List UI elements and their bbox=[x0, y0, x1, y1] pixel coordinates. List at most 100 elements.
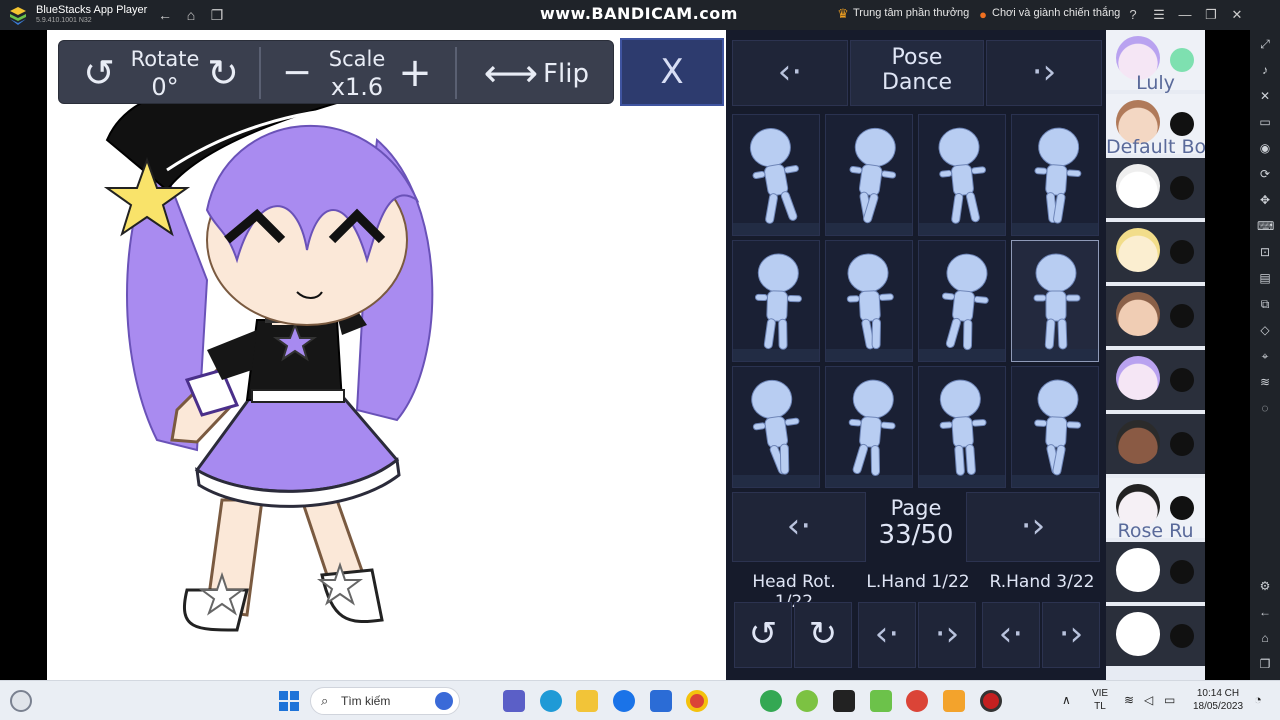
widgets-icon[interactable] bbox=[10, 690, 32, 712]
keyboard-icon[interactable]: ⌨ bbox=[1257, 218, 1274, 234]
back-arrow-icon[interactable]: ← bbox=[156, 6, 174, 24]
scale-plus-button[interactable]: + bbox=[395, 51, 435, 95]
eco-icon[interactable]: ◌ bbox=[1257, 400, 1273, 416]
pose-option-tile[interactable] bbox=[918, 114, 1006, 236]
pose-option-tile[interactable] bbox=[825, 366, 913, 488]
mail-icon[interactable] bbox=[650, 690, 672, 712]
character-slot[interactable] bbox=[1106, 286, 1205, 348]
bluestacks-taskbar-icon[interactable] bbox=[870, 690, 892, 712]
character-select-dot[interactable] bbox=[1170, 48, 1194, 72]
pose-prev-button[interactable]: ‹· bbox=[732, 40, 848, 106]
tray-chevron-icon[interactable]: ∧ bbox=[1062, 693, 1071, 707]
gamepad-icon[interactable]: ✥ bbox=[1257, 192, 1273, 208]
page-prev-button[interactable]: ‹· bbox=[732, 492, 866, 562]
pose-option-tile[interactable] bbox=[732, 240, 820, 362]
character-slot[interactable] bbox=[1106, 222, 1205, 284]
flip-arrows-icon[interactable]: ⟷ bbox=[483, 51, 539, 95]
pose-option-tile[interactable] bbox=[825, 240, 913, 362]
taskbar-search[interactable]: ⌕ Tìm kiếm bbox=[310, 687, 460, 715]
character-select-dot[interactable] bbox=[1170, 304, 1194, 328]
sync-icon[interactable]: ⟳ bbox=[1257, 166, 1273, 182]
notification-icon[interactable]: ◔ bbox=[1254, 692, 1262, 707]
speaker-icon[interactable]: ◁ bbox=[1144, 693, 1153, 707]
battery-icon[interactable]: ▭ bbox=[1164, 693, 1175, 707]
reward-center-link[interactable]: Trung tâm phần thưởng bbox=[853, 7, 969, 19]
pose-option-tile[interactable] bbox=[732, 366, 820, 488]
head-rotate-cw-button[interactable]: ↻ bbox=[794, 602, 852, 668]
right-hand-next-button[interactable]: ·› bbox=[1042, 602, 1100, 668]
bandicam-icon[interactable] bbox=[980, 690, 1002, 712]
chrome-second-icon[interactable] bbox=[906, 690, 928, 712]
gacha-character-illustration[interactable] bbox=[47, 30, 726, 680]
character-slot[interactable]: Luly bbox=[1106, 30, 1205, 94]
page-next-button[interactable]: ·› bbox=[966, 492, 1100, 562]
screenshot-icon[interactable]: ⊡ bbox=[1257, 244, 1273, 260]
flip-button[interactable]: Flip bbox=[541, 59, 591, 89]
fullscreen-icon[interactable]: ▭ bbox=[1257, 114, 1273, 130]
windows-start-icon[interactable] bbox=[278, 690, 300, 712]
rotate-cw-icon[interactable]: ↻ bbox=[201, 51, 245, 95]
macro-icon[interactable]: ◇ bbox=[1257, 322, 1273, 338]
folder-icon[interactable]: ▤ bbox=[1257, 270, 1273, 286]
pose-option-tile[interactable] bbox=[1011, 366, 1099, 488]
cloud-icon[interactable] bbox=[943, 690, 965, 712]
layers-icon[interactable]: ≋ bbox=[1257, 374, 1273, 390]
record-icon[interactable]: ◉ bbox=[1257, 140, 1273, 156]
character-slot[interactable] bbox=[1106, 542, 1205, 604]
chrome-icon[interactable] bbox=[686, 690, 708, 712]
head-rotate-ccw-button[interactable]: ↺ bbox=[734, 602, 792, 668]
character-slot[interactable] bbox=[1106, 414, 1205, 476]
wechat-icon[interactable] bbox=[796, 690, 818, 712]
right-hand-prev-button[interactable]: ‹· bbox=[982, 602, 1040, 668]
pose-option-tile[interactable] bbox=[825, 114, 913, 236]
pose-next-button[interactable]: ·› bbox=[986, 40, 1102, 106]
scale-minus-button[interactable]: − bbox=[277, 51, 317, 95]
edge-icon[interactable] bbox=[540, 690, 562, 712]
character-select-dot[interactable] bbox=[1170, 240, 1194, 264]
play-and-win-link[interactable]: Chơi và giành chiến thắng bbox=[992, 7, 1120, 19]
wifi-icon[interactable]: ≋ bbox=[1124, 693, 1134, 707]
mute-icon[interactable]: ✕ bbox=[1257, 88, 1273, 104]
character-select-dot[interactable] bbox=[1170, 560, 1194, 584]
minimize-icon[interactable]: — bbox=[1176, 6, 1194, 24]
zalo-icon[interactable] bbox=[613, 690, 635, 712]
character-select-dot[interactable] bbox=[1170, 624, 1194, 648]
clock-date[interactable]: 18/05/2023 bbox=[1190, 701, 1246, 712]
tabs-icon[interactable]: ❐ bbox=[208, 6, 226, 24]
file-explorer-icon[interactable] bbox=[576, 690, 598, 712]
character-slot[interactable]: Rose Ru bbox=[1106, 478, 1205, 542]
character-select-dot[interactable] bbox=[1170, 112, 1194, 136]
close-window-icon[interactable]: ✕ bbox=[1228, 6, 1246, 24]
settings-icon[interactable]: ⚙ bbox=[1257, 578, 1273, 594]
back-icon[interactable]: ← bbox=[1257, 604, 1273, 620]
close-pose-button[interactable]: X bbox=[620, 38, 724, 106]
language-secondary[interactable]: TL bbox=[1090, 701, 1110, 712]
left-hand-prev-button[interactable]: ‹· bbox=[858, 602, 916, 668]
restore-icon[interactable]: ❐ bbox=[1202, 6, 1220, 24]
help-icon[interactable]: ? bbox=[1124, 6, 1142, 24]
multi-instance-icon[interactable]: ⧉ bbox=[1257, 296, 1273, 312]
volume-icon[interactable]: ♪ bbox=[1257, 62, 1273, 78]
character-canvas[interactable] bbox=[47, 30, 726, 680]
character-select-dot[interactable] bbox=[1170, 432, 1194, 456]
clock-time[interactable]: 10:14 CH bbox=[1190, 688, 1246, 699]
character-slot[interactable] bbox=[1106, 350, 1205, 412]
language-primary[interactable]: VIE bbox=[1090, 688, 1110, 699]
home-icon[interactable]: ⌂ bbox=[1257, 630, 1273, 646]
rotate-ccw-icon[interactable]: ↺ bbox=[77, 51, 121, 95]
teams-icon[interactable] bbox=[503, 690, 525, 712]
character-slot[interactable] bbox=[1106, 158, 1205, 220]
expand-icon[interactable]: ⤢ bbox=[1257, 36, 1273, 52]
character-select-dot[interactable] bbox=[1170, 176, 1194, 200]
character-slot[interactable] bbox=[1106, 606, 1205, 668]
home-icon[interactable]: ⌂ bbox=[182, 6, 200, 24]
character-select-dot[interactable] bbox=[1170, 496, 1194, 520]
location-icon[interactable]: ⌖ bbox=[1257, 348, 1273, 364]
pose-option-tile[interactable] bbox=[1011, 114, 1099, 236]
pose-option-tile[interactable] bbox=[918, 240, 1006, 362]
left-hand-next-button[interactable]: ·› bbox=[918, 602, 976, 668]
capcut-icon[interactable] bbox=[833, 690, 855, 712]
pose-option-tile[interactable] bbox=[1011, 240, 1099, 362]
character-select-dot[interactable] bbox=[1170, 368, 1194, 392]
pose-option-tile[interactable] bbox=[732, 114, 820, 236]
